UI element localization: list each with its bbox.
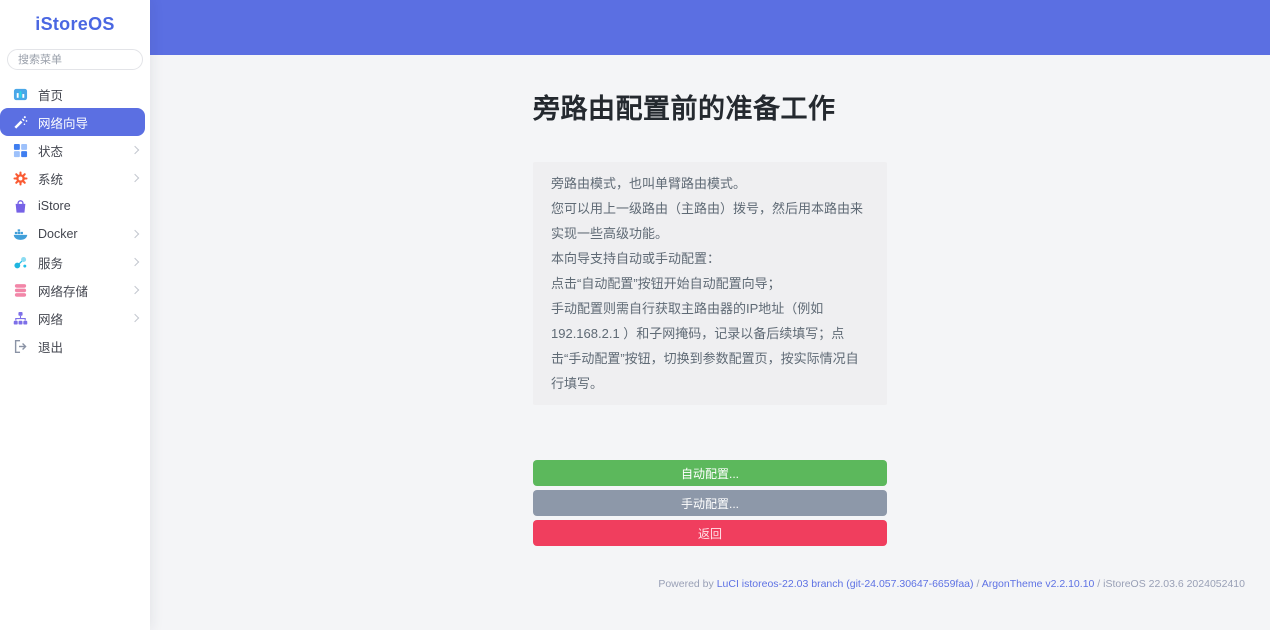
search-input[interactable] [7, 49, 143, 70]
sidebar-item-label: Docker [38, 227, 132, 241]
sidebar: iStoreOS 首页 网络向导 状态 [0, 0, 150, 630]
sidebar-item-label: 服务 [38, 253, 132, 272]
status-icon [13, 143, 28, 158]
chevron-right-icon [131, 314, 139, 322]
storage-icon [13, 283, 28, 298]
system-icon [13, 171, 28, 186]
network-icon [13, 311, 28, 326]
chevron-right-icon [131, 230, 139, 238]
page: iStoreOS 首页 网络向导 状态 [0, 0, 1270, 630]
sidebar-item-label: 首页 [38, 85, 142, 104]
chevron-right-icon [131, 286, 139, 294]
page-title: 旁路由配置前的准备工作 [533, 93, 887, 126]
chevron-right-icon [131, 258, 139, 266]
footer-powered-by-text: Powered by [658, 578, 716, 590]
home-icon [13, 87, 28, 102]
chevron-right-icon [131, 174, 139, 182]
manual-config-button[interactable]: 手动配置... [533, 490, 887, 516]
footer-version-text: / iStoreOS 22.03.6 2024052410 [1094, 578, 1245, 590]
sidebar-menu: 首页 网络向导 状态 系统 [0, 76, 150, 360]
sidebar-item-label: 网络 [38, 309, 132, 328]
footer: Powered by LuCI istoreos-22.03 branch (g… [175, 578, 1245, 590]
wizard-description-box: 旁路由模式，也叫单臂路由模式。 您可以用上一级路由（主路由）拨号，然后用本路由来… [533, 162, 887, 405]
sidebar-item-istore[interactable]: iStore [0, 192, 150, 220]
sidebar-item-home[interactable]: 首页 [0, 80, 150, 108]
sidebar-item-label: 系统 [38, 169, 132, 188]
sidebar-item-network-wizard[interactable]: 网络向导 [0, 108, 145, 136]
wizard-icon [13, 115, 28, 130]
footer-luci-link[interactable]: LuCI istoreos-22.03 branch (git-24.057.3… [717, 578, 974, 590]
main-content: 旁路由配置前的准备工作 旁路由模式，也叫单臂路由模式。 您可以用上一级路由（主路… [150, 55, 1270, 630]
sidebar-item-label: 网络向导 [38, 113, 137, 132]
istore-icon [13, 199, 28, 214]
sidebar-item-label: 退出 [38, 337, 142, 356]
sidebar-search [0, 45, 150, 76]
sidebar-item-services[interactable]: 服务 [0, 248, 150, 276]
top-header-bar [150, 0, 1270, 55]
footer-separator: / [974, 578, 982, 590]
logout-icon [13, 339, 28, 354]
sidebar-item-label: 网络存储 [38, 281, 132, 300]
sidebar-item-network-storage[interactable]: 网络存储 [0, 276, 150, 304]
services-icon [13, 255, 28, 270]
sidebar-item-docker[interactable]: Docker [0, 220, 150, 248]
sidebar-item-system[interactable]: 系统 [0, 164, 150, 192]
footer-argon-theme-link[interactable]: ArgonTheme v2.2.10.10 [982, 578, 1095, 590]
auto-config-button[interactable]: 自动配置... [533, 460, 887, 486]
sidebar-item-label: iStore [38, 199, 142, 213]
sidebar-item-label: 状态 [38, 141, 132, 160]
sidebar-item-logout[interactable]: 退出 [0, 332, 150, 360]
chevron-right-icon [131, 146, 139, 154]
back-button[interactable]: 返回 [533, 520, 887, 546]
sidebar-item-network[interactable]: 网络 [0, 304, 150, 332]
app-logo: iStoreOS [0, 0, 150, 45]
wizard-buttons: 自动配置... 手动配置... 返回 [533, 460, 887, 546]
docker-icon [13, 227, 28, 242]
sidebar-item-status[interactable]: 状态 [0, 136, 150, 164]
